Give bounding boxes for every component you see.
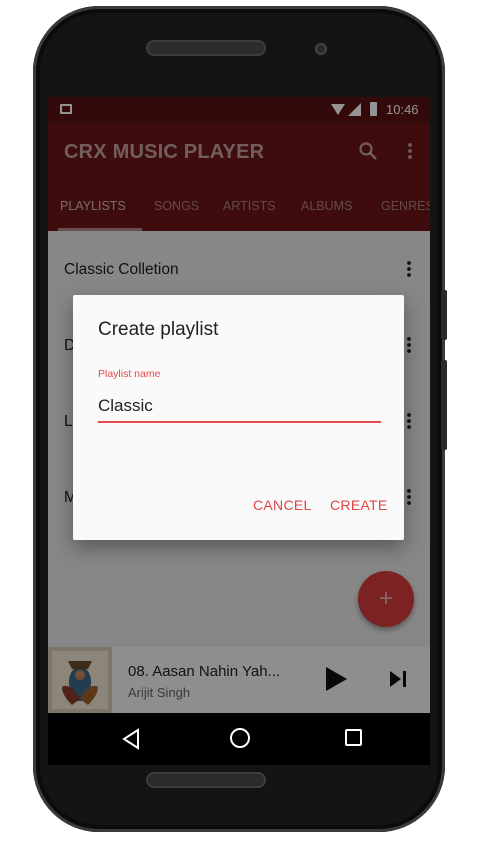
create-playlist-dialog: Create playlist Playlist name CANCEL CRE…	[73, 295, 404, 540]
screen: 10:46 CRX MUSIC PLAYER PLAYLISTS SONGS A…	[48, 97, 430, 713]
recents-icon[interactable]	[345, 729, 362, 746]
playlist-name-label: Playlist name	[98, 368, 161, 380]
home-icon[interactable]	[230, 728, 250, 748]
dialog-title: Create playlist	[98, 319, 219, 340]
create-button[interactable]: CREATE	[330, 497, 388, 513]
earpiece-speaker	[146, 40, 266, 56]
volume-button	[441, 360, 447, 450]
cancel-button[interactable]: CANCEL	[253, 497, 312, 513]
system-nav-bar	[48, 713, 430, 765]
bottom-speaker	[146, 772, 266, 788]
back-icon[interactable]	[121, 728, 141, 750]
front-camera	[315, 43, 327, 55]
playlist-name-input[interactable]	[98, 391, 381, 423]
power-button	[441, 290, 447, 340]
